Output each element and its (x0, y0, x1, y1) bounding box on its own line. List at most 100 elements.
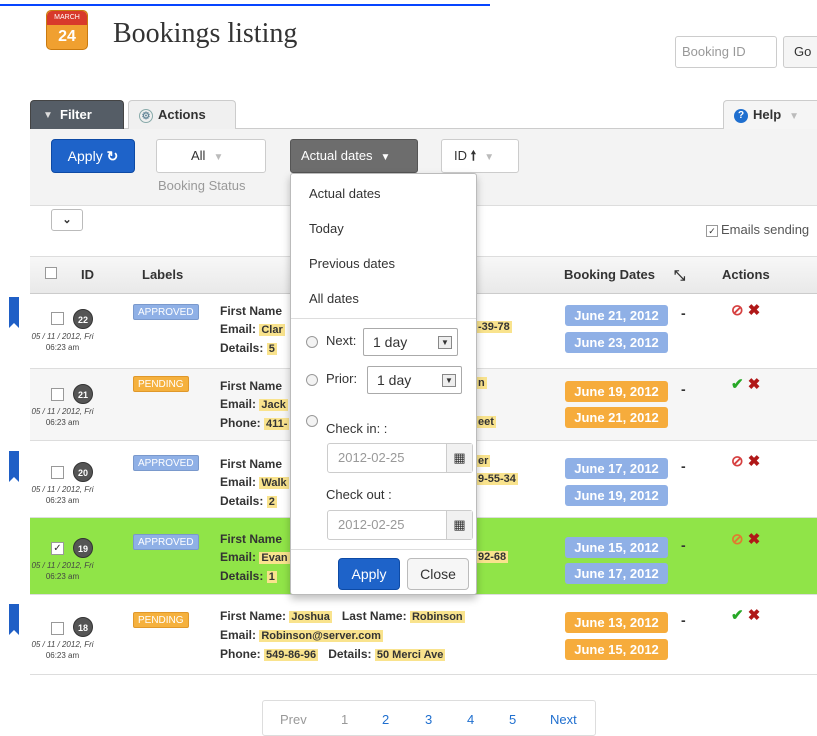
next-label: Next: (326, 333, 357, 348)
radio-next[interactable] (306, 336, 318, 348)
decline-icon[interactable]: ⊘ (731, 531, 744, 548)
row-date: 05 / 11 / 2012, Fri (31, 407, 94, 416)
help-icon: ? (734, 108, 748, 123)
dates-select[interactable]: Actual dates ▼ (290, 139, 418, 173)
page-5[interactable]: 5 (509, 712, 516, 727)
resize-icon[interactable]: ⤡ (674, 267, 685, 284)
tab-help[interactable]: ? Help ▼ (723, 100, 817, 129)
next-page[interactable]: Next (550, 712, 577, 727)
info-overflow: er (476, 455, 491, 467)
calendar-icon[interactable]: ▦ (446, 444, 472, 472)
page-3[interactable]: 3 (425, 712, 432, 727)
prev-page[interactable]: Prev (280, 712, 307, 727)
tab-actions[interactable]: ⚙ Actions (128, 100, 236, 129)
date-dash: - (681, 381, 686, 397)
row-checkbox[interactable]: ✓ (51, 542, 64, 555)
info-overflow: n (476, 377, 487, 389)
row-created: 05 / 11 / 2012, Fri 06:23 am (20, 639, 105, 661)
check-in-label: Check in: : (326, 421, 388, 436)
emails-checkbox[interactable]: ✓ (706, 224, 718, 237)
check-out-date-input[interactable]: 2012-02-25 ▦ (327, 510, 473, 540)
details-label: Details: (328, 647, 372, 661)
dates-dropdown: Actual dates Today Previous dates All da… (290, 173, 477, 595)
emails-label: Emails sending (721, 222, 810, 237)
radio-check-in[interactable] (306, 415, 318, 427)
col-booking-dates[interactable]: Booking Dates (564, 267, 655, 282)
option-today[interactable]: Today (309, 221, 344, 236)
dates-value: Actual dates (301, 148, 373, 163)
tab-filter[interactable]: ▼ Filter (30, 100, 124, 129)
booking-status-select[interactable]: All ▼ (156, 139, 266, 173)
col-labels[interactable]: Labels (142, 267, 183, 282)
bookmark-flag-icon (9, 604, 19, 635)
row-date: 05 / 11 / 2012, Fri (31, 640, 94, 649)
col-id[interactable]: ID (81, 267, 94, 282)
status-badge: APPROVED (133, 455, 199, 471)
details-label: Details: (220, 494, 264, 508)
status-value: All (191, 148, 206, 163)
delete-icon[interactable]: ✖ (748, 453, 761, 470)
delete-icon[interactable]: ✖ (748, 531, 761, 548)
details-value: 2 (266, 496, 277, 508)
status-badge: APPROVED (133, 304, 199, 320)
phone-value: 549-86-96 (264, 649, 319, 661)
check-out-label: Check out : (326, 487, 392, 502)
row-time: 06:23 am (45, 496, 80, 505)
dropdown-apply-button[interactable]: Apply (338, 558, 400, 590)
next-period-select[interactable]: 1 day ▼ (363, 328, 458, 356)
option-actual-dates[interactable]: Actual dates (309, 186, 381, 201)
approve-icon[interactable]: ✔ (731, 376, 744, 393)
radio-prior[interactable] (306, 374, 318, 386)
sort-select[interactable]: ID 🠕 ▼ (441, 139, 519, 173)
emails-sending-toggle[interactable]: ✓ Emails sending (706, 222, 809, 237)
option-previous-dates[interactable]: Previous dates (309, 256, 395, 271)
chevron-down-icon: ▼ (438, 336, 452, 349)
info-overflow: 9-55-34 (476, 473, 518, 485)
calendar-icon[interactable]: ▦ (446, 511, 472, 539)
chevron-down-icon: ▼ (213, 152, 224, 163)
apply-button[interactable]: Apply ↻ (51, 139, 135, 173)
row-checkbox[interactable] (51, 622, 64, 635)
delete-icon[interactable]: ✖ (748, 302, 761, 319)
start-date-badge: June 21, 2012 (565, 305, 668, 326)
tab-actions-label: Actions (158, 107, 206, 122)
status-badge: PENDING (133, 376, 189, 392)
expand-filters-button[interactable]: ⌄ (51, 209, 83, 231)
check-in-date-input[interactable]: 2012-02-25 ▦ (327, 443, 473, 473)
phone-label: Phone: (220, 647, 261, 661)
row-time: 06:23 am (45, 343, 80, 352)
email-value: Walk (259, 477, 289, 489)
delete-icon[interactable]: ✖ (748, 376, 761, 393)
prior-period-select[interactable]: 1 day ▼ (367, 366, 462, 394)
page-1[interactable]: 1 (341, 712, 348, 727)
top-link-underline[interactable] (0, 0, 490, 6)
email-label: Email: (220, 550, 257, 564)
approve-icon[interactable]: ✔ (731, 607, 744, 624)
chevron-down-icon: ▼ (789, 111, 800, 122)
email-value: Jack (259, 399, 288, 411)
page-2[interactable]: 2 (382, 712, 389, 727)
decline-icon[interactable]: ⊘ (731, 453, 744, 470)
email-label: Email: (220, 322, 257, 336)
sort-value: ID (454, 148, 467, 163)
booking-info: First Name Email: Evan Details: 1 (220, 530, 290, 586)
row-checkbox[interactable] (51, 312, 64, 325)
delete-icon[interactable]: ✖ (748, 607, 761, 624)
decline-icon[interactable]: ⊘ (731, 302, 744, 319)
check-in-value: 2012-02-25 (338, 450, 405, 465)
booking-id-input[interactable]: Booking ID (675, 36, 777, 68)
id-badge: 20 (73, 462, 93, 482)
select-all-checkbox[interactable] (45, 267, 57, 279)
option-all-dates[interactable]: All dates (309, 291, 359, 306)
details-label: Details: (220, 569, 264, 583)
page-4[interactable]: 4 (467, 712, 474, 727)
booking-info: First Name Email: Walk Details: 2 (220, 455, 289, 511)
first-name-label: First Name: (220, 609, 287, 623)
start-date-badge: June 13, 2012 (565, 612, 668, 633)
go-button[interactable]: Go (783, 36, 817, 68)
dropdown-close-button[interactable]: Close (407, 558, 469, 590)
row-date: 05 / 11 / 2012, Fri (31, 561, 94, 570)
phone-value: 411- (264, 418, 290, 430)
row-checkbox[interactable] (51, 466, 64, 479)
row-checkbox[interactable] (51, 388, 64, 401)
